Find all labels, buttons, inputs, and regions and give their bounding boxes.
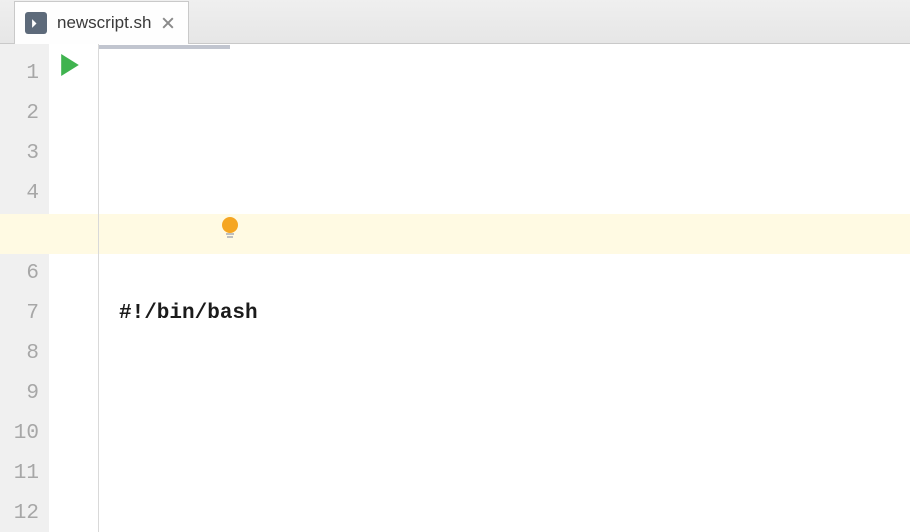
line-number: 2 bbox=[0, 94, 49, 134]
code-line-1[interactable]: #!/bin/bash bbox=[119, 294, 910, 334]
file-tab[interactable]: newscript.sh bbox=[14, 1, 189, 44]
intention-bulb-icon[interactable] bbox=[119, 176, 139, 196]
close-tab-icon[interactable] bbox=[161, 17, 174, 30]
code-editor[interactable]: 1 2 3 4 5 6 7 8 9 10 11 12 bbox=[0, 44, 910, 532]
line-number: 3 bbox=[0, 134, 49, 174]
line-number: 11 bbox=[0, 454, 49, 494]
code-body[interactable]: #!/bin/bash function greeting() { hello=… bbox=[99, 44, 910, 532]
line-number: 8 bbox=[0, 334, 49, 374]
annotation-gutter bbox=[49, 44, 99, 532]
editor-tab-bar: newscript.sh bbox=[0, 0, 910, 44]
shebang: #!/bin/bash bbox=[119, 302, 258, 325]
line-number: 4 bbox=[0, 174, 49, 214]
line-number: 1 bbox=[0, 54, 49, 94]
line-number: 10 bbox=[0, 414, 49, 454]
run-script-icon[interactable] bbox=[59, 52, 81, 92]
code-line-2[interactable] bbox=[119, 454, 910, 494]
line-number: 6 bbox=[0, 254, 49, 294]
line-number-gutter: 1 2 3 4 5 6 7 8 9 10 11 12 bbox=[0, 44, 49, 532]
file-tab-label: newscript.sh bbox=[57, 13, 151, 33]
line-number: 9 bbox=[0, 374, 49, 414]
line-number: 7 bbox=[0, 294, 49, 334]
shell-file-icon bbox=[25, 12, 47, 34]
line-number: 12 bbox=[0, 494, 49, 532]
